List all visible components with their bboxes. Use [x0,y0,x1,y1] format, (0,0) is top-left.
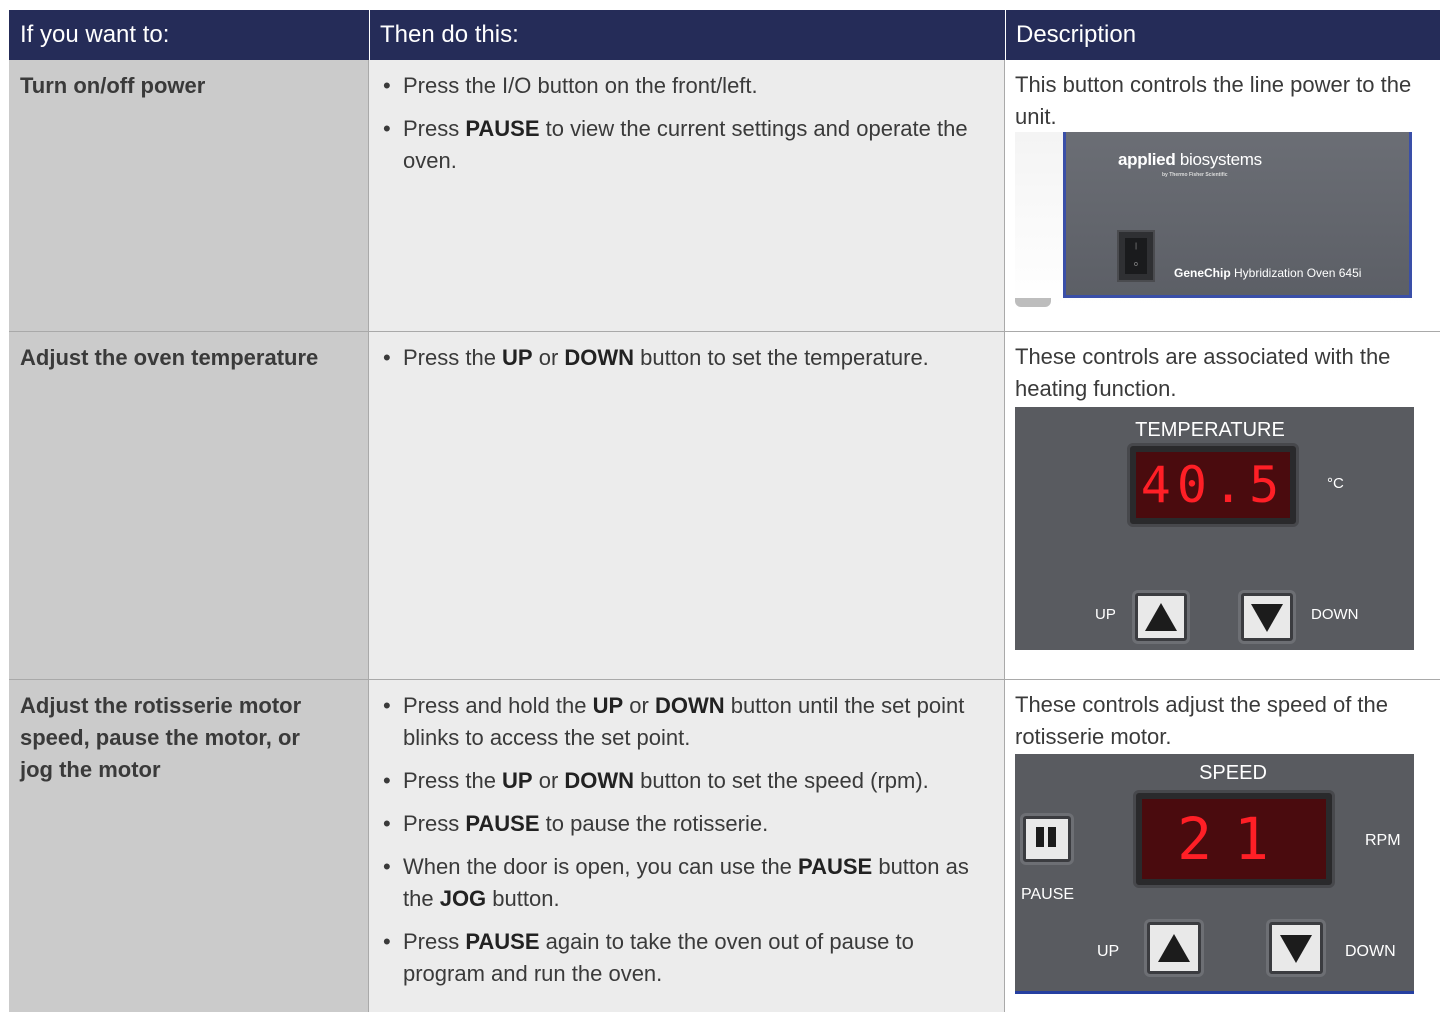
step-item: When the door is open, you can use the P… [381,851,992,915]
up-button [1147,922,1201,974]
up-button [1135,593,1187,641]
down-arrow-icon [1280,935,1312,963]
pause-button [1023,816,1071,862]
description-text: These controls adjust the speed of the r… [1015,692,1389,749]
description-text: This button controls the line power to t… [1015,72,1412,129]
header-description: Description [1016,21,1137,48]
up-label: UP [1097,943,1120,960]
want-text: Turn on/off power [20,73,206,98]
power-switch-icon: | o [1117,230,1155,282]
oven-front-photo: applied biosystems by Thermo Fisher Scie… [1015,132,1412,307]
step-list: Press the UP or DOWN button to set the t… [369,332,1004,374]
steps-cell: Press the I/O button on the front/left. P… [369,60,1005,331]
oven-panel: applied biosystems by Thermo Fisher Scie… [1063,132,1412,298]
step-item: Press and hold the UP or DOWN button unt… [381,690,992,754]
temperature-display: 40.5 [1127,443,1299,527]
speed-controls-photo: SPEED 21 RPM PAUSE UP DOWN [1015,754,1414,994]
want-cell: Turn on/off power [9,60,369,331]
step-item: Press the UP or DOWN button to set the t… [381,342,992,374]
header-want: If you want to: [20,21,170,48]
temperature-unit: °C [1327,475,1344,492]
pause-icon [1036,827,1044,847]
description-text: These controls are associated with the h… [1015,344,1391,401]
oven-foot [1015,298,1051,307]
steps-cell: Press and hold the UP or DOWN button unt… [369,680,1005,1012]
temperature-readout: 40.5 [1136,452,1290,518]
temperature-title: TEMPERATURE [1135,419,1285,441]
step-list: Press the I/O button on the front/left. P… [369,60,1004,177]
speed-readout: 21 [1142,799,1326,879]
want-cell: Adjust the oven temperature [9,332,369,679]
brand-logo: applied biosystems [1118,150,1262,169]
header-do: Then do this: [380,21,519,48]
brand-subtitle: by Thermo Fisher Scientific [1162,172,1228,178]
down-label: DOWN [1345,943,1396,960]
step-item: Press PAUSE again to take the oven out o… [381,926,992,990]
step-item: Press the I/O button on the front/left. [381,70,992,102]
steps-cell: Press the UP or DOWN button to set the t… [369,332,1005,679]
speed-display: 21 [1133,790,1335,888]
step-list: Press and hold the UP or DOWN button unt… [369,680,1004,990]
step-item: Press PAUSE to pause the rotisserie. [381,808,992,840]
pause-label: PAUSE [1021,886,1075,903]
speed-unit: RPM [1365,832,1401,849]
down-label: DOWN [1311,606,1359,623]
step-item: Press PAUSE to view the current settings… [381,113,992,177]
table-header: If you want to: Then do this: Descriptio… [9,10,1440,60]
step-item: Press the UP or DOWN button to set the s… [381,765,992,797]
up-arrow-icon [1145,603,1177,631]
down-arrow-icon [1251,604,1283,632]
speed-title: SPEED [1199,762,1267,784]
up-arrow-icon [1158,934,1190,962]
down-button [1269,922,1323,974]
up-label: UP [1095,606,1116,623]
want-text: Adjust the rotisserie motor speed, pause… [20,693,302,782]
want-cell: Adjust the rotisserie motor speed, pause… [9,680,369,1012]
want-text: Adjust the oven temperature [20,345,319,370]
model-name: GeneChip Hybridization Oven 645i [1174,266,1362,280]
temperature-controls-photo: TEMPERATURE 40.5 °C UP DOWN [1015,407,1414,650]
down-button [1241,593,1293,641]
